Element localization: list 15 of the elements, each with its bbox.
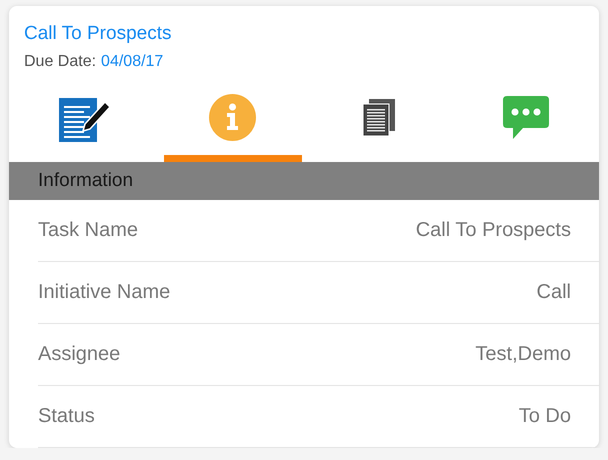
field-value: Test,Demo	[475, 342, 571, 366]
field-value: Call	[536, 280, 571, 304]
section-title: Information	[38, 170, 134, 192]
field-label: Status	[38, 404, 95, 428]
field-value: Call To Prospects	[416, 218, 571, 242]
field-label: Task Name	[38, 218, 138, 242]
task-title: Call To Prospects	[24, 22, 172, 46]
documents-icon	[363, 99, 396, 136]
chat-icon	[502, 96, 549, 140]
info-icon	[209, 94, 256, 142]
due-date-label: Due Date:	[24, 52, 96, 72]
field-label: Assignee	[38, 342, 120, 366]
field-label: Initiative Name	[38, 280, 170, 304]
field-value: To Do	[518, 404, 571, 428]
due-date-value: 04/08/17	[101, 52, 164, 72]
